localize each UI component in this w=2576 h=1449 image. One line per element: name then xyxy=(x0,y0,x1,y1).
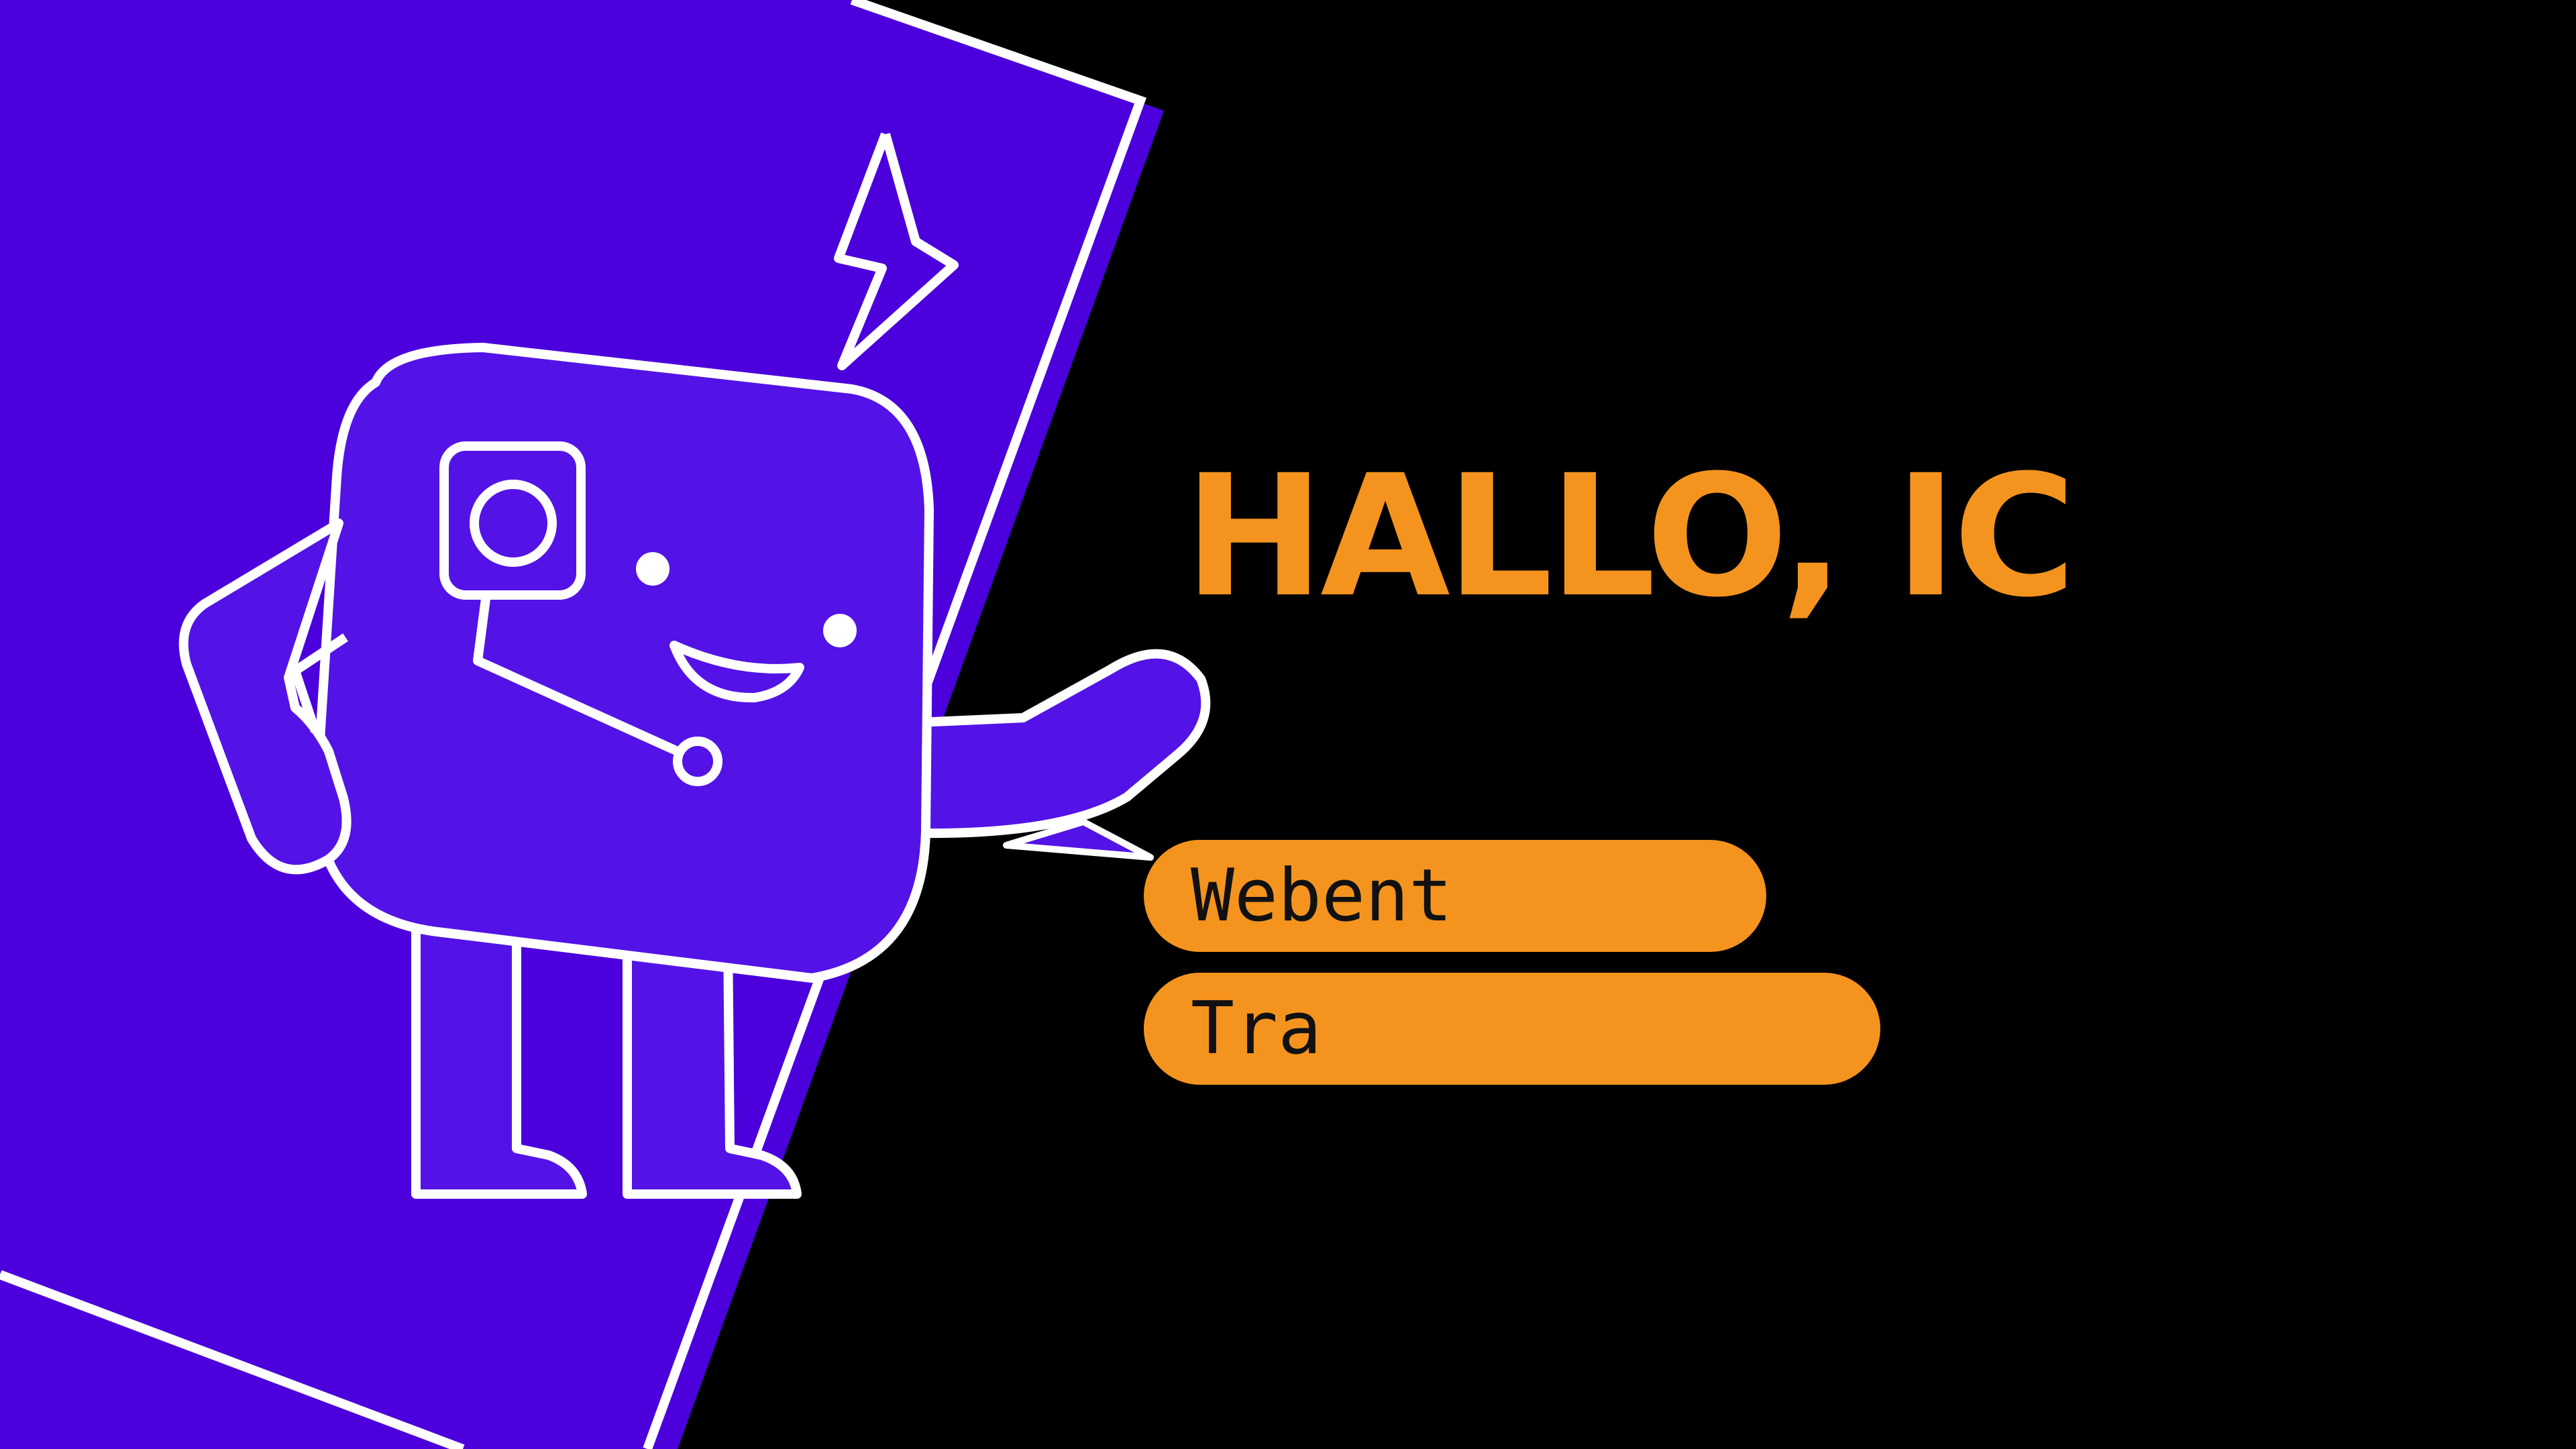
camera-lens-icon xyxy=(439,441,586,600)
label-pill: Tra xyxy=(1144,973,1880,1085)
illustration xyxy=(0,0,1211,1449)
mascot-body xyxy=(311,343,934,983)
mascot-right-eye xyxy=(823,614,857,647)
label-pill: Webent xyxy=(1144,840,1766,952)
title-slide: HALLO, IC Webent Tra xyxy=(0,0,2576,1449)
headline: HALLO, IC xyxy=(1184,439,2076,634)
label-pill-text: Webent xyxy=(1191,854,1453,938)
mascot-left-eye xyxy=(636,552,669,586)
label-pill-text: Tra xyxy=(1191,987,1322,1071)
